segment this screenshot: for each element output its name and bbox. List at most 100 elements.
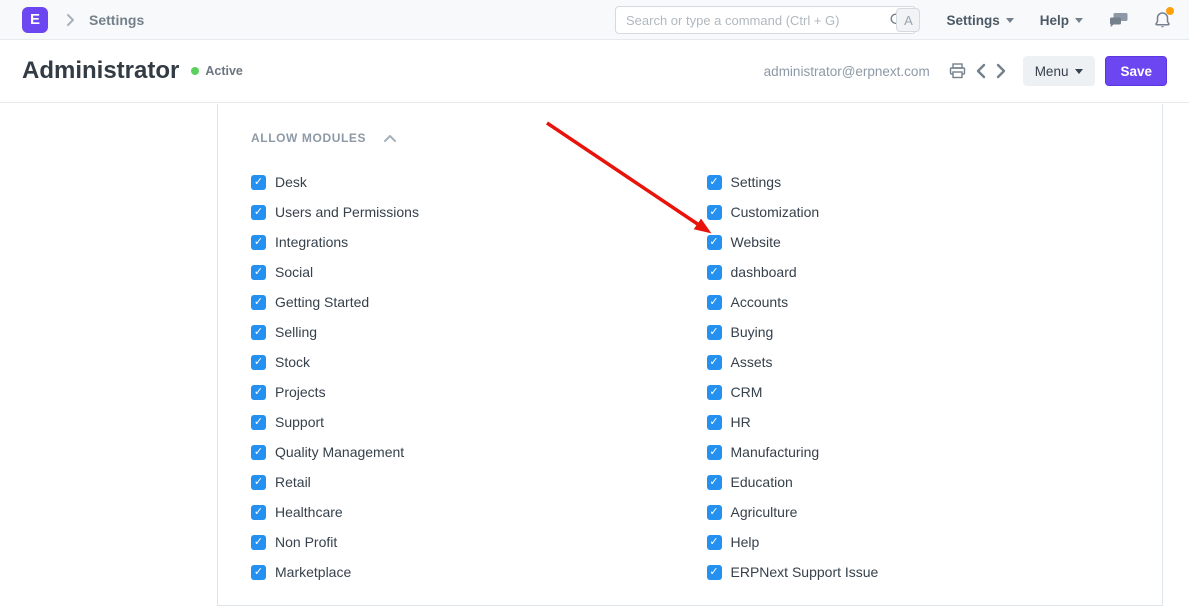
module-row[interactable]: Settings [707, 167, 1163, 197]
module-row[interactable]: Healthcare [251, 497, 707, 527]
checkbox-checked-icon[interactable] [707, 415, 722, 430]
user-avatar[interactable]: A [896, 8, 920, 32]
chevron-up-icon[interactable] [383, 134, 397, 143]
module-row[interactable]: Agriculture [707, 497, 1163, 527]
module-label: Customization [731, 204, 820, 220]
module-label: Non Profit [275, 534, 337, 550]
prev-record-icon[interactable] [976, 63, 986, 79]
checkbox-checked-icon[interactable] [707, 535, 722, 550]
navbar-right: A Settings Help [896, 0, 1171, 40]
modules-left-column: Desk Users and Permissions Integrations … [251, 167, 707, 587]
module-row[interactable]: Getting Started [251, 287, 707, 317]
module-row[interactable]: HR [707, 407, 1163, 437]
module-label: ERPNext Support Issue [731, 564, 879, 580]
module-row[interactable]: dashboard [707, 257, 1163, 287]
module-label: Website [731, 234, 781, 250]
module-label: Getting Started [275, 294, 369, 310]
checkbox-checked-icon[interactable] [707, 205, 722, 220]
module-label: Education [731, 474, 793, 490]
form-panel: ALLOW MODULES Desk Users and Permissions [217, 104, 1163, 606]
checkbox-checked-icon[interactable] [251, 505, 266, 520]
module-row[interactable]: Support [251, 407, 707, 437]
module-label: Manufacturing [731, 444, 820, 460]
module-row[interactable]: Non Profit [251, 527, 707, 557]
checkbox-checked-icon[interactable] [251, 355, 266, 370]
module-row[interactable]: Integrations [251, 227, 707, 257]
checkbox-checked-icon[interactable] [707, 445, 722, 460]
settings-dropdown[interactable]: Settings [946, 13, 1013, 28]
checkbox-checked-icon[interactable] [707, 235, 722, 250]
checkbox-checked-icon[interactable] [707, 265, 722, 280]
checkbox-checked-icon[interactable] [251, 205, 266, 220]
save-button[interactable]: Save [1105, 56, 1167, 86]
module-label: CRM [731, 384, 763, 400]
checkbox-checked-icon[interactable] [707, 505, 722, 520]
module-row[interactable]: Buying [707, 317, 1163, 347]
module-row[interactable]: Retail [251, 467, 707, 497]
checkbox-checked-icon[interactable] [707, 385, 722, 400]
checkbox-checked-icon[interactable] [707, 475, 722, 490]
checkbox-checked-icon[interactable] [251, 265, 266, 280]
section-title: ALLOW MODULES [251, 131, 366, 145]
allow-modules-section-header[interactable]: ALLOW MODULES [251, 131, 1162, 145]
checkbox-checked-icon[interactable] [707, 295, 722, 310]
checkbox-checked-icon[interactable] [251, 535, 266, 550]
checkbox-checked-icon[interactable] [251, 175, 266, 190]
search-input[interactable] [626, 13, 889, 28]
module-row[interactable]: Marketplace [251, 557, 707, 587]
module-row[interactable]: Projects [251, 377, 707, 407]
checkbox-checked-icon[interactable] [707, 355, 722, 370]
checkbox-checked-icon[interactable] [251, 475, 266, 490]
module-row[interactable]: Users and Permissions [251, 197, 707, 227]
module-row[interactable]: ERPNext Support Issue [707, 557, 1163, 587]
checkbox-checked-icon[interactable] [251, 445, 266, 460]
module-row[interactable]: CRM [707, 377, 1163, 407]
menu-button[interactable]: Menu [1023, 56, 1096, 86]
global-search[interactable] [615, 6, 916, 34]
modules-grid: Desk Users and Permissions Integrations … [251, 167, 1162, 587]
breadcrumb[interactable]: Settings [89, 12, 144, 28]
module-row[interactable]: Accounts [707, 287, 1163, 317]
status-label: Active [205, 64, 243, 78]
module-row[interactable]: Stock [251, 347, 707, 377]
module-label: Settings [731, 174, 782, 190]
user-email: administrator@erpnext.com [764, 64, 930, 79]
page-header-actions: administrator@erpnext.com Menu Save [764, 56, 1167, 86]
module-label: Desk [275, 174, 307, 190]
app-logo[interactable]: E [22, 7, 48, 33]
module-row[interactable]: Desk [251, 167, 707, 197]
checkbox-checked-icon[interactable] [707, 175, 722, 190]
module-row[interactable]: Selling [251, 317, 707, 347]
checkbox-checked-icon[interactable] [707, 565, 722, 580]
module-label: Healthcare [275, 504, 343, 520]
next-record-icon[interactable] [996, 63, 1006, 79]
module-row[interactable]: Quality Management [251, 437, 707, 467]
checkbox-checked-icon[interactable] [251, 565, 266, 580]
module-row[interactable]: Education [707, 467, 1163, 497]
notification-badge [1166, 7, 1174, 15]
module-row[interactable]: Assets [707, 347, 1163, 377]
module-row[interactable]: Website [707, 227, 1163, 257]
help-dropdown[interactable]: Help [1040, 13, 1083, 28]
checkbox-checked-icon[interactable] [251, 385, 266, 400]
modules-right-column: Settings Customization Website dashboard [707, 167, 1163, 587]
module-label: Retail [275, 474, 311, 490]
module-row[interactable]: Manufacturing [707, 437, 1163, 467]
status-badge: Active [191, 64, 243, 78]
help-dropdown-label: Help [1040, 13, 1069, 28]
module-row[interactable]: Social [251, 257, 707, 287]
module-label: dashboard [731, 264, 797, 280]
module-label: Integrations [275, 234, 348, 250]
notifications-bell-icon[interactable] [1154, 11, 1171, 29]
checkbox-checked-icon[interactable] [251, 295, 266, 310]
print-icon[interactable] [949, 63, 966, 79]
module-row[interactable]: Help [707, 527, 1163, 557]
module-row[interactable]: Customization [707, 197, 1163, 227]
chat-icon[interactable] [1109, 12, 1128, 29]
checkbox-checked-icon[interactable] [251, 325, 266, 340]
module-label: Selling [275, 324, 317, 340]
checkbox-checked-icon[interactable] [251, 235, 266, 250]
checkbox-checked-icon[interactable] [707, 325, 722, 340]
module-label: Stock [275, 354, 310, 370]
checkbox-checked-icon[interactable] [251, 415, 266, 430]
